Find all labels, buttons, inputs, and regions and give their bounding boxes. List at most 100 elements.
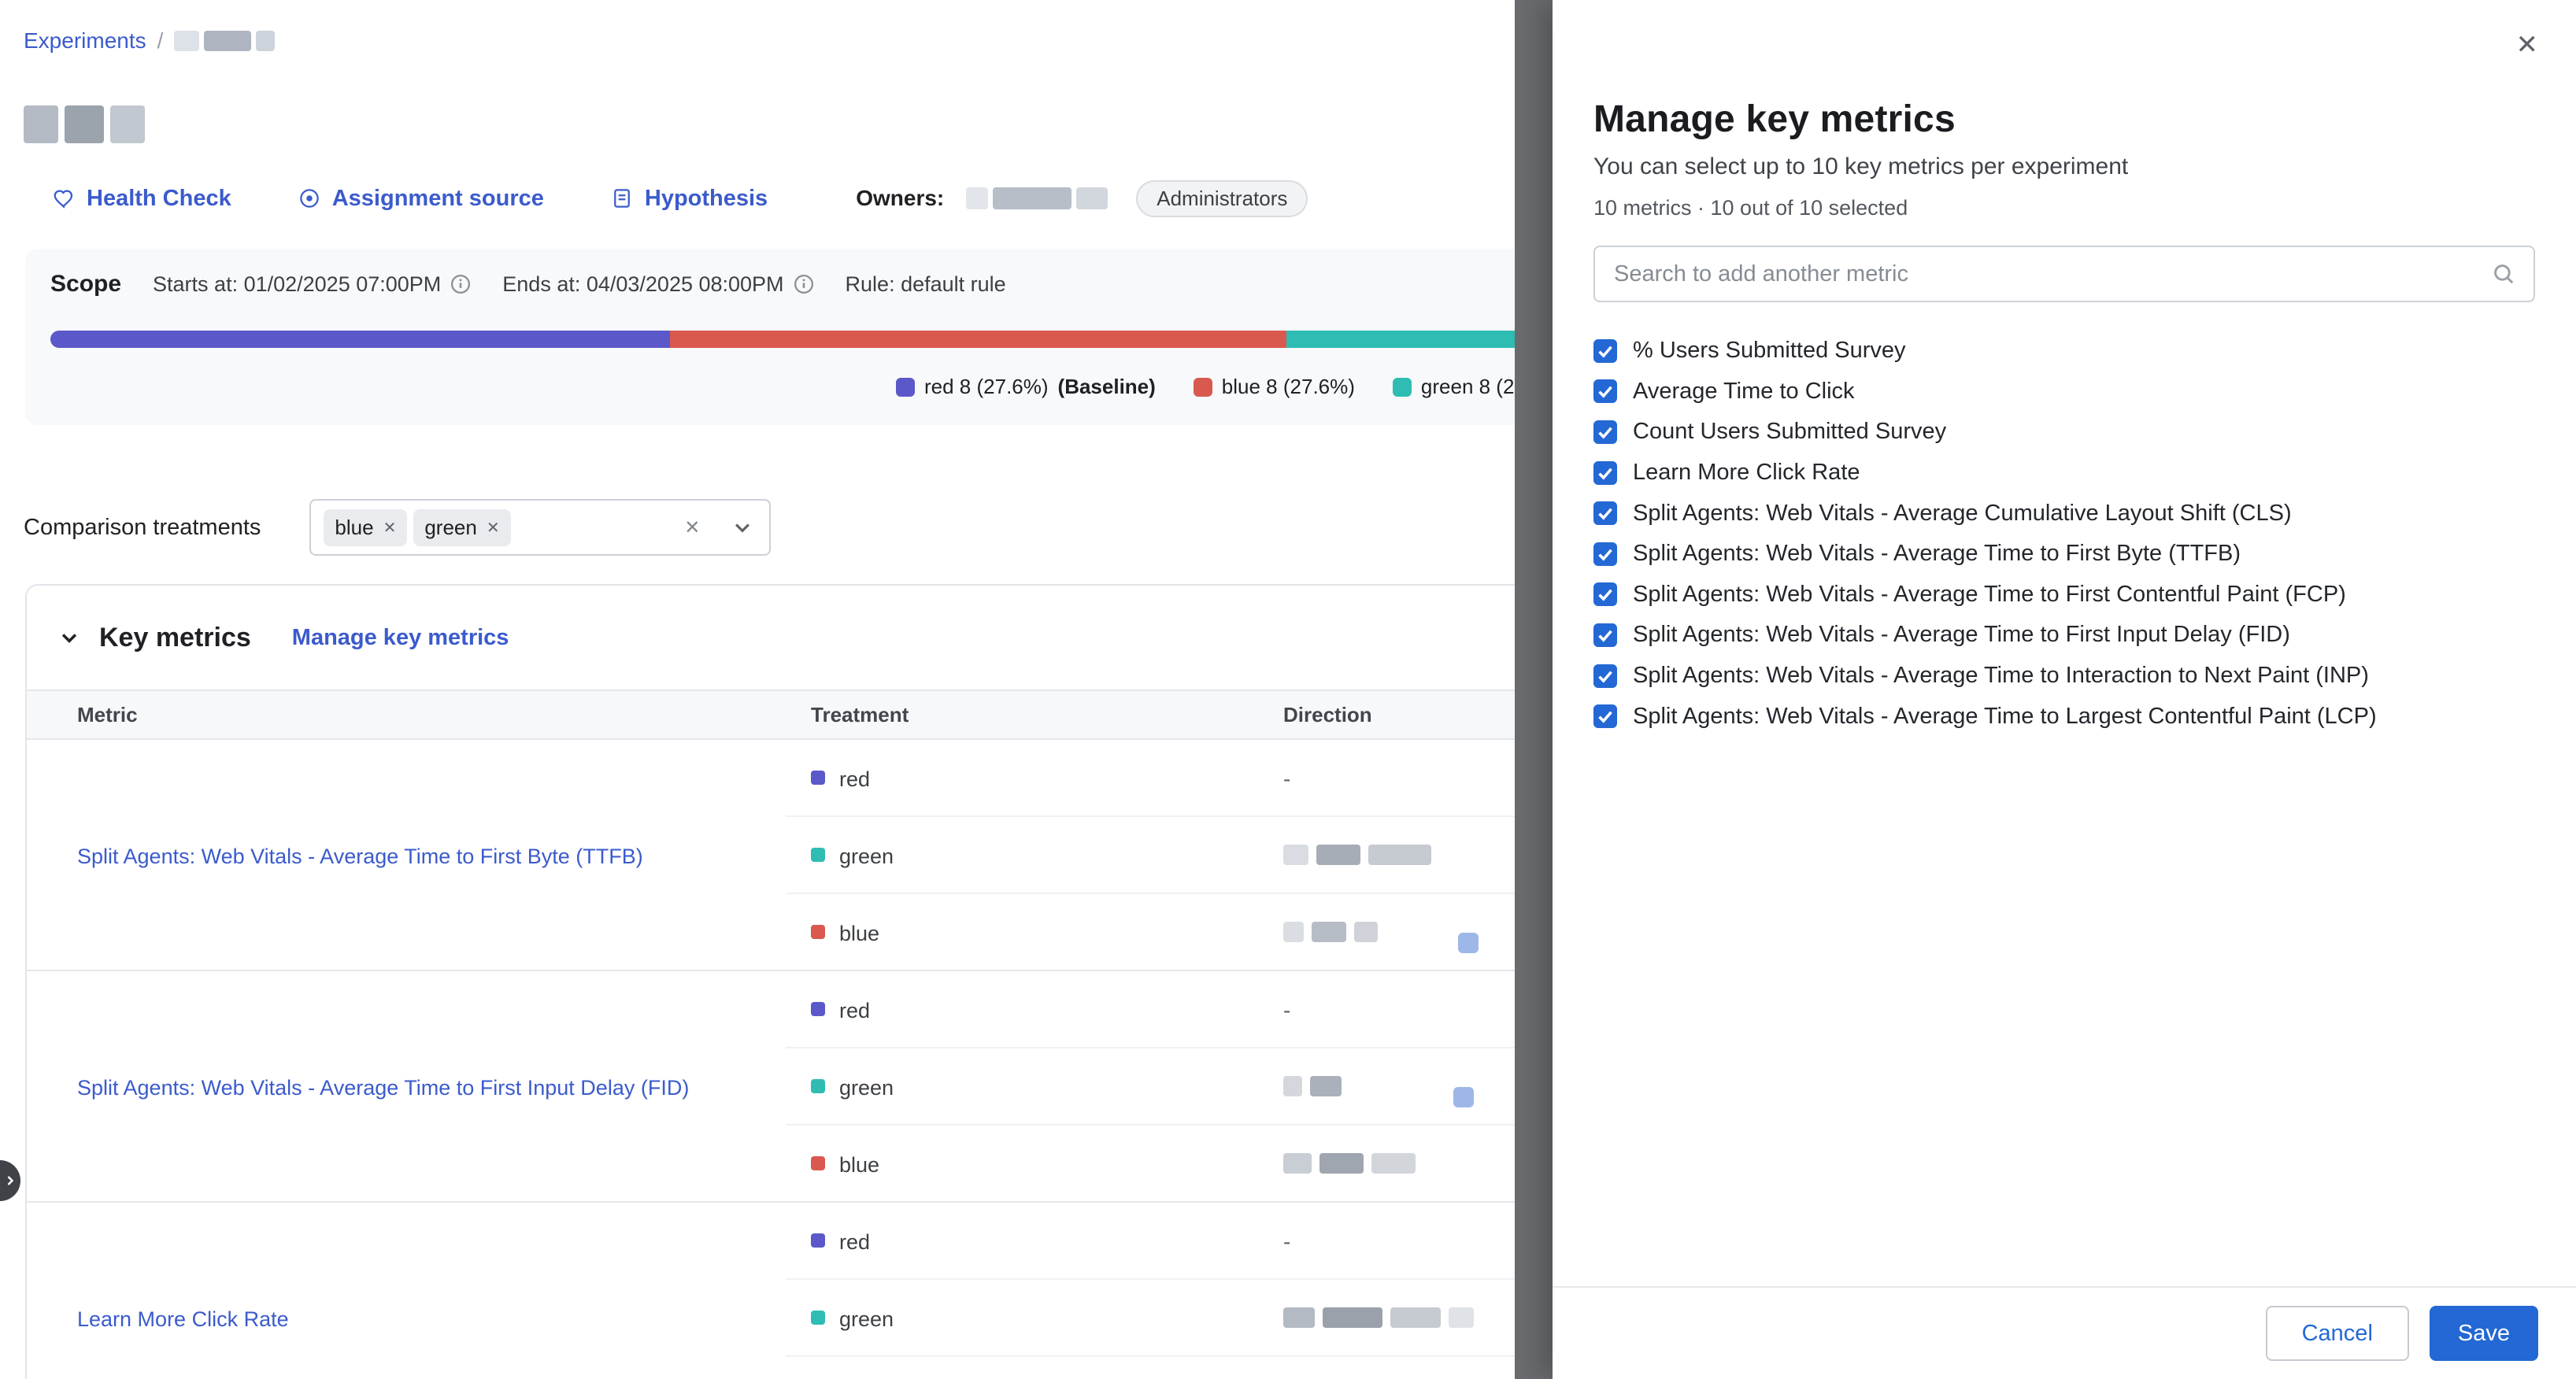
redacted-block [1368,845,1431,865]
redacted-block [1390,1307,1441,1328]
redacted-block [256,31,275,51]
redacted-block [174,31,199,51]
ends-at-value: Ends at: 04/03/2025 08:00PM [502,272,783,297]
clear-selection-icon[interactable]: ✕ [675,516,709,539]
treatment-cell: green [786,1279,1258,1356]
metric-checkbox-row[interactable]: Average Time to Click [1593,372,2535,412]
chevron-down-icon[interactable] [731,516,753,538]
checkbox-checked[interactable] [1593,664,1617,688]
key-metrics-title: Key metrics [99,623,251,653]
treatment-label: red [839,767,870,791]
direction-redacted [1283,1153,1515,1174]
collapse-chevron-icon[interactable] [58,627,80,649]
metric-checkbox-row[interactable]: Split Agents: Web Vitals - Average Time … [1593,615,2535,656]
direction-value: - [1283,998,1290,1022]
metric-link[interactable]: Learn More Click Rate [77,1307,289,1331]
legend-item: blue 8 (27.6%) [1194,375,1355,399]
direction-cell: - [1258,970,1515,1048]
metric-link[interactable]: Split Agents: Web Vitals - Average Time … [77,845,643,868]
checkbox-checked[interactable] [1593,582,1617,606]
treatment-chip[interactable]: blue✕ [324,509,407,546]
metric-checkbox-row[interactable]: Split Agents: Web Vitals - Average Cumul… [1593,493,2535,534]
checkbox-checked[interactable] [1593,542,1617,566]
treatment-cell: red [786,970,1258,1048]
treatment-label: blue [839,922,879,945]
chip-remove-icon[interactable]: ✕ [383,518,397,538]
assignment-source-link[interactable]: Assignment source [298,186,544,212]
experiment-name-redacted [174,31,275,51]
treatment-cell: green [786,1048,1258,1125]
checkbox-checked[interactable] [1593,379,1617,403]
metric-checkbox-row[interactable]: Split Agents: Web Vitals - Average Time … [1593,696,2535,737]
redacted-block [993,187,1071,209]
legend-item: red 8 (27.6%)(Baseline) [896,375,1156,399]
redacted-block [110,105,145,143]
redacted-chip [1453,1087,1474,1107]
metric-link[interactable]: Split Agents: Web Vitals - Average Time … [77,1076,689,1100]
redacted-block [1312,922,1346,942]
redacted-block [1283,922,1304,942]
treatment-label: green [839,845,894,868]
direction-cell: - [1258,739,1515,816]
checkbox-checked[interactable] [1593,339,1617,363]
chevron-right-icon [2,1173,18,1189]
hypothesis-link[interactable]: Hypothesis [610,186,768,212]
metric-checkbox-row[interactable]: Learn More Click Rate [1593,453,2535,494]
info-icon[interactable] [450,274,471,294]
treatment-label: blue [839,1153,879,1177]
metric-checkbox-label: % Users Submitted Survey [1633,338,1906,364]
metric-count-status: 10 metrics · 10 out of 10 selected [1593,196,2535,220]
administrators-badge: Administrators [1136,180,1308,217]
experiment-title-redacted [24,105,145,143]
treatment-color-dot [811,1233,825,1248]
metric-checkbox-row[interactable]: Split Agents: Web Vitals - Average Time … [1593,575,2535,616]
direction-cell: - [1258,1202,1515,1279]
redacted-block [1323,1307,1382,1328]
save-button[interactable]: Save [2430,1306,2538,1361]
comparison-treatments-label: Comparison treatments [24,515,261,541]
direction-cell [1258,1279,1515,1356]
manage-key-metrics-link[interactable]: Manage key metrics [292,625,509,651]
direction-cell [1258,1356,1515,1379]
scope-ends-at: Ends at: 04/03/2025 08:00PM [502,272,813,297]
key-metrics-card: Key metrics Manage key metrics Metric Tr… [25,584,1515,1379]
direction-value: - [1283,1229,1290,1254]
health-check-link[interactable]: Health Check [52,186,231,212]
direction-redacted [1283,1307,1515,1328]
treatment-color-dot [811,925,825,939]
redacted-block [1076,187,1108,209]
checkbox-checked[interactable] [1593,623,1617,647]
cancel-button[interactable]: Cancel [2266,1306,2409,1361]
treatment-cell: green [786,816,1258,893]
direction-redacted [1283,845,1515,865]
info-icon[interactable] [794,274,814,294]
metric-table-row: Split Agents: Web Vitals - Average Time … [27,739,1515,816]
heart-icon [52,187,76,210]
metric-checkbox-row[interactable]: Split Agents: Web Vitals - Average Time … [1593,534,2535,575]
metric-table-row: Split Agents: Web Vitals - Average Time … [27,970,1515,1048]
close-icon[interactable]: ✕ [2516,31,2539,58]
metric-checkbox-row[interactable]: Split Agents: Web Vitals - Average Time … [1593,656,2535,697]
redacted-block [204,31,251,51]
redacted-chip [1458,933,1479,953]
metric-search-input[interactable] [1593,246,2535,302]
app-root: Experiments / Health Check Assignment so… [0,0,2576,1379]
checkbox-checked[interactable] [1593,420,1617,444]
key-metrics-table: Metric Treatment Direction Split Agents:… [27,690,1515,1379]
legend-label: green 8 (27.6%) [1421,375,1515,399]
metric-checkbox-row[interactable]: Count Users Submitted Survey [1593,412,2535,453]
metric-checkbox-row[interactable]: % Users Submitted Survey [1593,331,2535,372]
column-header-treatment: Treatment [786,690,1258,739]
legend-baseline-tag: (Baseline) [1058,375,1156,399]
treatment-color-dot [811,771,825,785]
chip-remove-icon[interactable]: ✕ [487,518,500,538]
redacted-block [1283,845,1308,865]
checkbox-checked[interactable] [1593,461,1617,485]
legend-item: green 8 (27.6%) [1393,375,1515,399]
treatment-cell: red [786,739,1258,816]
comparison-treatments-select[interactable]: blue✕green✕ ✕ [309,499,771,556]
checkbox-checked[interactable] [1593,501,1617,525]
treatment-chip[interactable]: green✕ [413,509,510,546]
checkbox-checked[interactable] [1593,704,1617,728]
breadcrumb-experiments-link[interactable]: Experiments [24,28,146,54]
